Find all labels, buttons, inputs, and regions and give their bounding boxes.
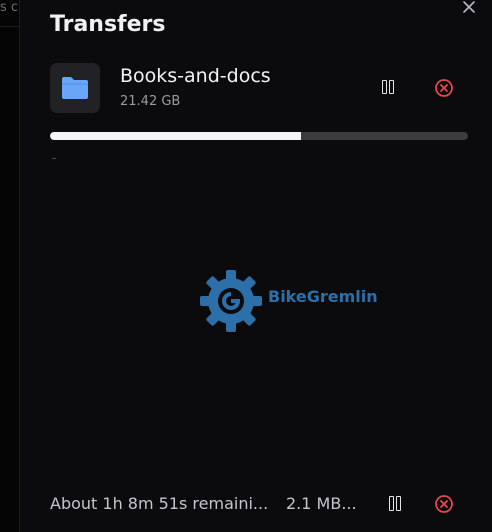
- watermark-text: BikeGremlin: [268, 287, 378, 306]
- close-button[interactable]: [460, 0, 478, 16]
- pause-button[interactable]: [379, 78, 399, 98]
- separator-mark: [52, 158, 56, 159]
- panel-title: Transfers: [50, 12, 166, 37]
- transfer-name: Books-and-docs: [120, 65, 271, 87]
- background-app-strip: s c: [0, 0, 20, 532]
- pause-icon: [382, 80, 387, 94]
- footer-cancel-button[interactable]: [433, 493, 455, 515]
- watermark-logo: BikeGremlin: [198, 269, 428, 333]
- divider: [0, 26, 19, 27]
- pause-icon: [389, 496, 394, 511]
- footer-pause-button[interactable]: [386, 494, 406, 514]
- cancel-circle-icon: [435, 495, 453, 513]
- footer-rate-text: 2.1 MB...: [286, 494, 357, 513]
- background-partial-text: s c: [0, 0, 19, 15]
- pause-icon-bar: [389, 80, 394, 94]
- pause-icon-bar: [396, 496, 401, 511]
- transfer-size: 21.42 GB: [120, 94, 181, 109]
- cancel-circle-icon: [435, 79, 453, 97]
- progress-fill: [50, 132, 301, 140]
- gear-icon: [200, 270, 262, 332]
- close-icon: [463, 1, 475, 13]
- transfer-thumbnail: [50, 63, 100, 113]
- progress-bar: [50, 132, 468, 140]
- cancel-button[interactable]: [433, 77, 455, 99]
- folder-icon: [62, 77, 88, 99]
- footer-status-text: About 1h 8m 51s remaini...: [50, 494, 269, 513]
